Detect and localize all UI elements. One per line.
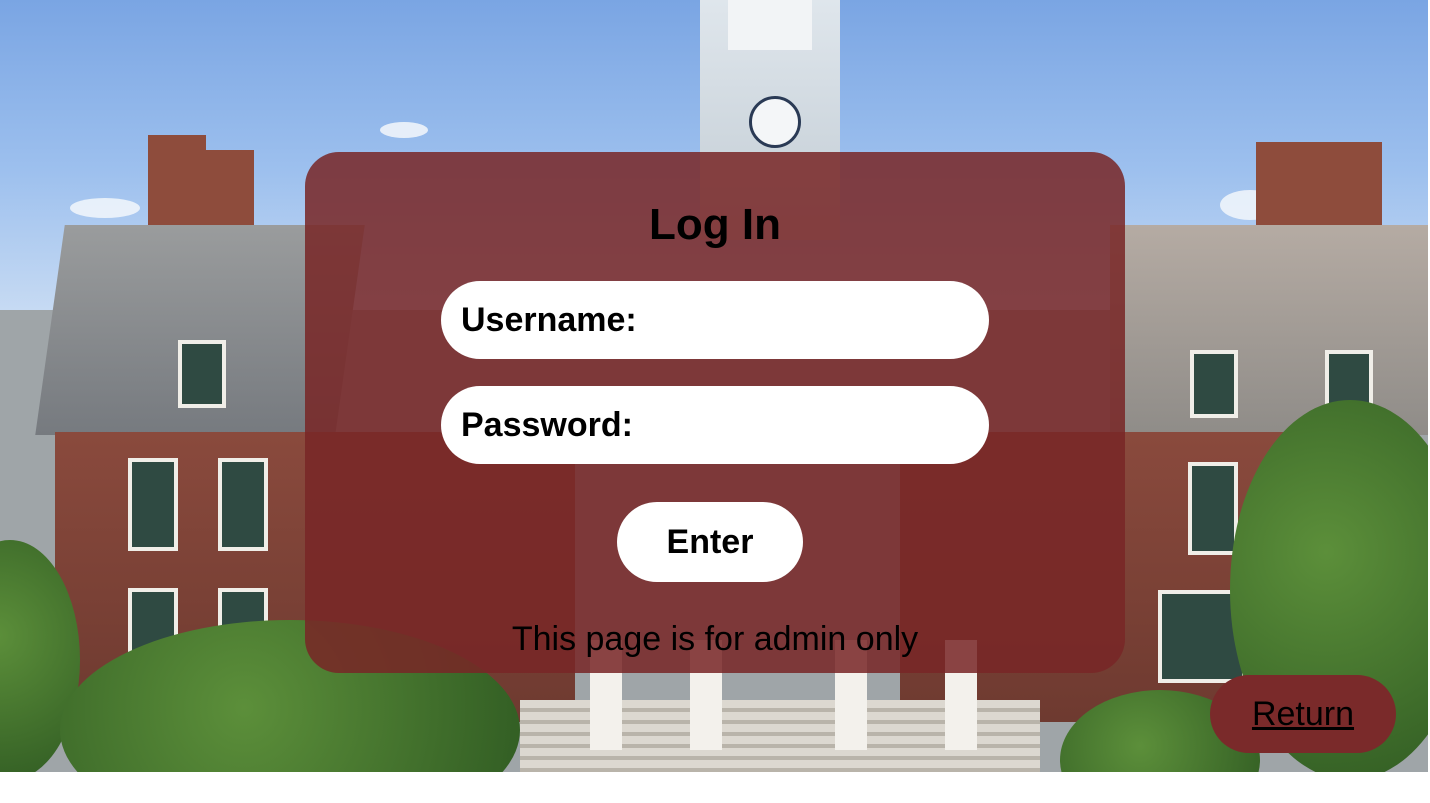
building-window <box>128 458 178 551</box>
password-field[interactable]: Password: <box>441 386 1031 464</box>
password-input[interactable] <box>640 394 1031 456</box>
cloud <box>70 198 140 218</box>
clock-face <box>749 96 801 148</box>
building-window <box>1188 462 1238 555</box>
username-input[interactable] <box>644 289 1035 351</box>
username-label: Username: <box>461 300 637 339</box>
return-button[interactable]: Return <box>1210 675 1396 753</box>
dormer-window <box>178 340 226 408</box>
building-window <box>218 458 268 551</box>
enter-button[interactable]: Enter <box>617 502 803 582</box>
password-label: Password: <box>461 405 633 444</box>
roof-right <box>1110 225 1428 435</box>
username-field[interactable]: Username: <box>441 281 1035 359</box>
admin-only-note: This page is for admin only <box>511 620 919 658</box>
login-title: Log In <box>649 200 781 249</box>
chimney <box>200 150 254 230</box>
login-panel: Log In Username: Password: Enter This pa… <box>305 152 1125 673</box>
cloud <box>380 122 428 138</box>
tower-cupola <box>728 0 812 50</box>
dormer-window <box>1190 350 1238 418</box>
